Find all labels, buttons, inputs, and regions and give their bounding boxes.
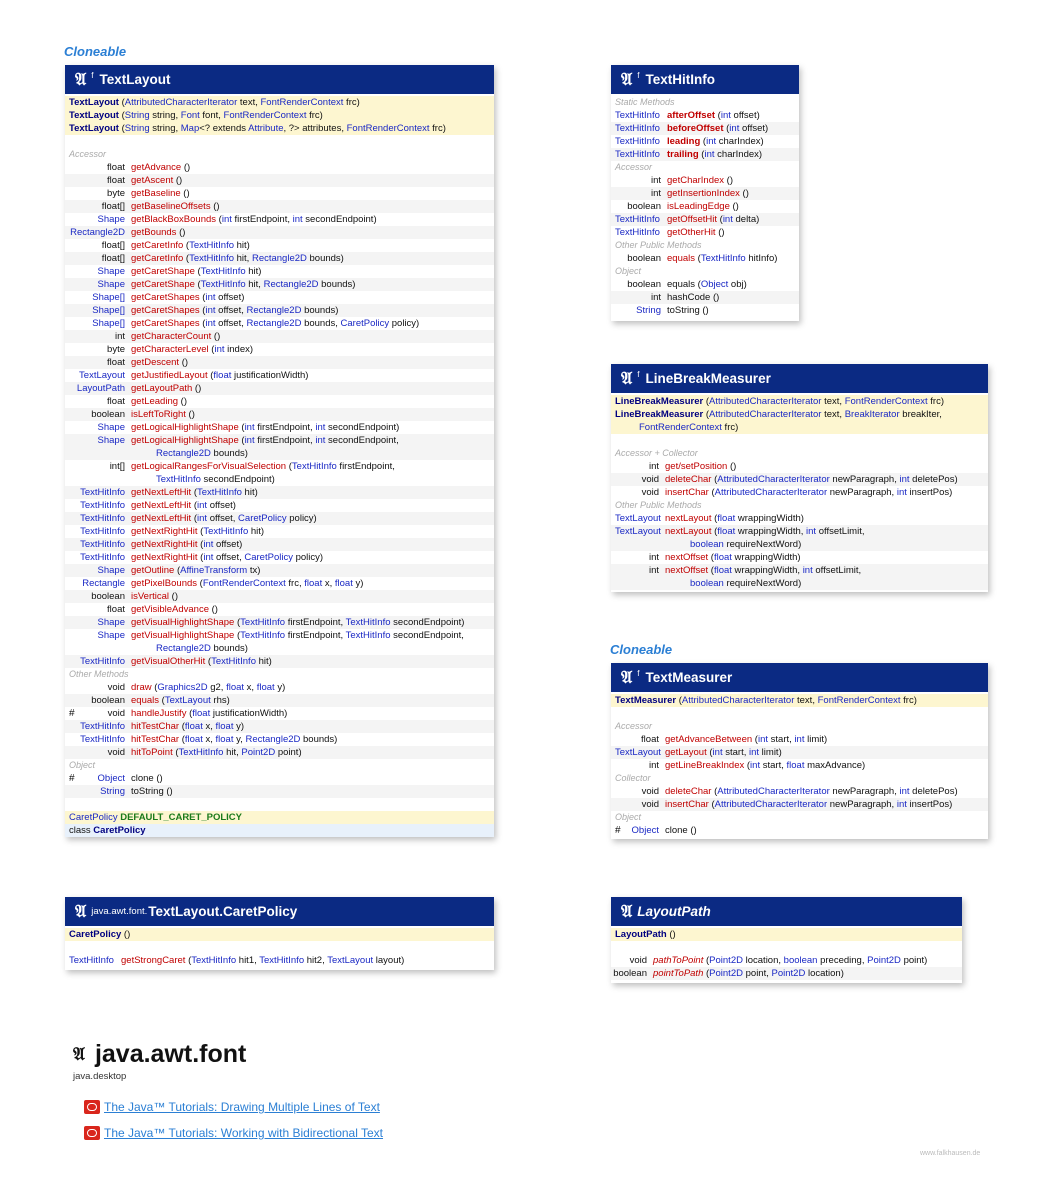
class-card-linebreakmeasurer: 𝔄 f LineBreakMeasurer LineBreakMeasurer …: [611, 364, 988, 592]
package-glyph-icon: 𝔄: [621, 368, 633, 389]
class-title: LineBreakMeasurer: [645, 371, 771, 386]
package-glyph-icon: 𝔄: [621, 901, 633, 922]
final-marker: f: [637, 370, 640, 379]
package-title-block: 𝔄 java.awt.font java.desktop: [73, 1040, 246, 1082]
class-card-caretpolicy: 𝔄 java.awt.font. TextLayout.CaretPolicy …: [65, 897, 494, 970]
oracle-icon: [84, 1126, 100, 1140]
package-glyph-icon: 𝔄: [621, 69, 633, 90]
package-glyph-icon: 𝔄: [75, 901, 87, 922]
final-marker: f: [637, 669, 640, 678]
class-header: 𝔄 f TextHitInfo: [611, 65, 799, 94]
class-header: 𝔄 f TextMeasurer: [611, 663, 988, 692]
tutorial-link-bidirectional[interactable]: The Java™ Tutorials: Working with Bidire…: [84, 1126, 383, 1140]
package-glyph-icon: 𝔄: [73, 1044, 85, 1065]
interface-label-cloneable: Cloneable: [64, 44, 127, 59]
package-glyph-icon: 𝔄: [621, 667, 633, 688]
class-header: 𝔄 java.awt.font. TextLayout.CaretPolicy: [65, 897, 494, 926]
tutorial-link-text[interactable]: The Java™ Tutorials: Drawing Multiple Li…: [104, 1100, 380, 1114]
class-title: TextHitInfo: [645, 72, 716, 87]
class-header: 𝔄 f LineBreakMeasurer: [611, 364, 988, 393]
class-title: TextLayout: [99, 72, 171, 87]
credit-text: www.falkhausen.de: [920, 1150, 981, 1157]
module-name: java.desktop: [73, 1071, 127, 1082]
class-card-textlayout: 𝔄 f TextLayout TextLayout (AttributedCha…: [65, 65, 494, 837]
class-header: 𝔄 LayoutPath: [611, 897, 962, 926]
package-name: java.awt.font: [94, 1040, 247, 1068]
class-card-layoutpath: 𝔄 LayoutPath LayoutPath () void pathToPoi…: [611, 897, 962, 983]
class-title: TextLayout.CaretPolicy: [148, 904, 298, 919]
tutorial-link-text[interactable]: The Java™ Tutorials: Working with Bidire…: [104, 1126, 383, 1140]
class-package-prefix: java.awt.font.: [91, 906, 148, 917]
class-card-texthitinfo: 𝔄 f TextHitInfo Static Methods TextHitIn…: [611, 65, 799, 321]
final-marker: f: [91, 71, 94, 80]
final-marker: f: [637, 71, 640, 80]
class-title: TextMeasurer: [645, 670, 733, 685]
oracle-icon: [84, 1100, 100, 1114]
package-glyph-icon: 𝔄: [75, 69, 87, 90]
tutorial-link-multiple-lines[interactable]: The Java™ Tutorials: Drawing Multiple Li…: [84, 1100, 380, 1114]
class-title: LayoutPath: [637, 904, 711, 919]
interface-label-cloneable: Cloneable: [610, 642, 673, 657]
class-card-textmeasurer: 𝔄 f TextMeasurer TextMeasurer (Attribute…: [611, 663, 988, 839]
class-header: 𝔄 f TextLayout: [65, 65, 494, 94]
